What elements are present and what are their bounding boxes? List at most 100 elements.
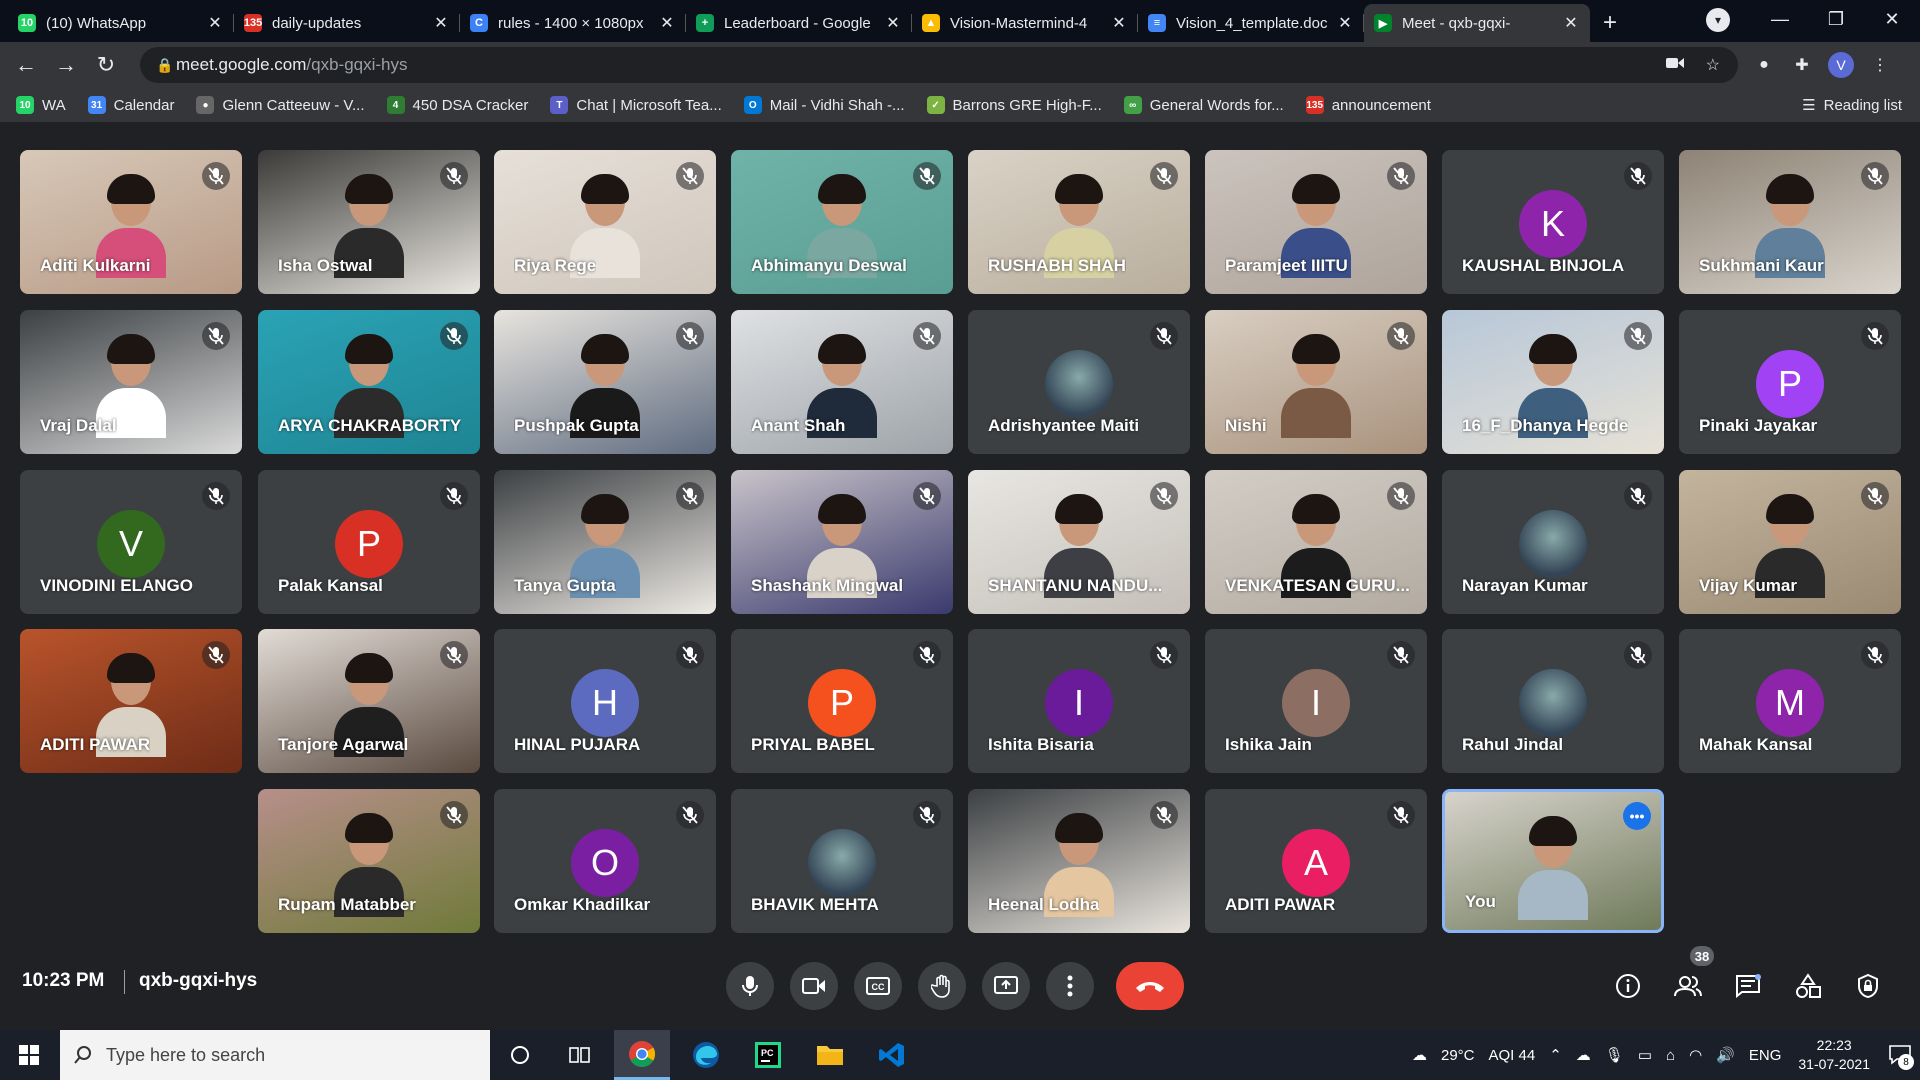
bookmark-item[interactable]: ✓ Barrons GRE High-F... xyxy=(926,96,1102,114)
participant-tile[interactable]: Tanjore Agarwal xyxy=(258,629,480,773)
camera-in-use-icon[interactable] xyxy=(1665,56,1684,75)
raise-hand-button[interactable] xyxy=(918,962,966,1010)
close-window-icon[interactable]: ✕ xyxy=(1864,0,1920,38)
more-options-button[interactable] xyxy=(1046,962,1094,1010)
network-icon[interactable]: ⌂ xyxy=(1666,1047,1675,1064)
captions-button[interactable]: CC xyxy=(854,962,902,1010)
forward-icon[interactable]: → xyxy=(46,45,86,85)
participant-tile[interactable]: Aditi Kulkarni xyxy=(20,150,242,294)
language-indicator[interactable]: ENG xyxy=(1749,1047,1782,1064)
more-options-icon[interactable]: ••• xyxy=(1623,802,1651,830)
close-tab-icon[interactable]: ✕ xyxy=(658,13,676,33)
profile-avatar[interactable]: V xyxy=(1828,52,1854,78)
bookmark-item[interactable]: 10 WA xyxy=(16,96,66,114)
participant-tile[interactable]: Adrishyantee Maiti xyxy=(968,310,1190,454)
weather-icon[interactable]: ☁ xyxy=(1412,1046,1427,1064)
extension-icon[interactable]: ● xyxy=(1752,53,1776,77)
participant-tile[interactable]: M Mahak Kansal xyxy=(1679,629,1901,773)
cortana-button[interactable] xyxy=(492,1030,548,1080)
browser-tab[interactable]: ≡ Vision_4_template.doc ✕ xyxy=(1138,4,1364,42)
participant-tile[interactable]: RUSHABH SHAH xyxy=(968,150,1190,294)
close-tab-icon[interactable]: ✕ xyxy=(206,13,224,33)
participant-tile[interactable]: Vraj Dalal xyxy=(20,310,242,454)
participant-tile[interactable]: Tanya Gupta xyxy=(494,470,716,614)
bookmark-item[interactable]: 31 Calendar xyxy=(87,96,174,114)
participant-tile[interactable]: ARYA CHAKRABORTY xyxy=(258,310,480,454)
volume-icon[interactable]: 🔊 xyxy=(1716,1046,1735,1064)
browser-tab[interactable]: Crules - 1400 × 1080px ✕ xyxy=(460,4,686,42)
taskbar-chrome[interactable] xyxy=(614,1030,670,1080)
onedrive-icon[interactable]: ☁ xyxy=(1576,1046,1591,1064)
self-video-tile[interactable]: ••• You xyxy=(1442,789,1664,933)
host-controls-button[interactable] xyxy=(1848,966,1888,1006)
participant-tile[interactable]: Paramjeet IIITU xyxy=(1205,150,1427,294)
participant-tile[interactable]: Shashank Mingwal xyxy=(731,470,953,614)
participant-tile[interactable]: SHANTANU NANDU... xyxy=(968,470,1190,614)
browser-tab[interactable]: ▶ Meet - qxb-gqxi- ✕ xyxy=(1364,4,1590,42)
bookmark-item[interactable]: ● Glenn Catteeuw - V... xyxy=(196,96,365,114)
bookmark-star-icon[interactable]: ☆ xyxy=(1706,55,1720,75)
wifi-icon[interactable]: ◠ xyxy=(1689,1046,1702,1064)
taskbar-pycharm[interactable]: PC xyxy=(740,1030,796,1080)
participant-tile[interactable]: Rupam Matabber xyxy=(258,789,480,933)
meeting-info-button[interactable] xyxy=(1608,966,1648,1006)
taskbar-search-box[interactable]: Type here to search xyxy=(60,1030,490,1080)
start-button[interactable] xyxy=(0,1030,58,1080)
taskbar-clock[interactable]: 22:23 31-07-2021 xyxy=(1798,1036,1870,1074)
participant-tile[interactable]: Vijay Kumar xyxy=(1679,470,1901,614)
microphone-tray-icon[interactable]: 🎙 xyxy=(1605,1046,1624,1064)
participant-tile[interactable]: H HINAL PUJARA xyxy=(494,629,716,773)
participant-tile[interactable]: P PRIYAL BABEL xyxy=(731,629,953,773)
participant-tile[interactable]: Riya Rege xyxy=(494,150,716,294)
taskbar-file-explorer[interactable] xyxy=(802,1030,858,1080)
participant-tile[interactable]: ADITI PAWAR xyxy=(20,629,242,773)
taskbar-vscode[interactable] xyxy=(864,1030,920,1080)
bookmark-item[interactable]: O Mail - Vidhi Shah -... xyxy=(743,96,905,114)
close-tab-icon[interactable]: ✕ xyxy=(1562,13,1580,33)
leave-call-button[interactable] xyxy=(1116,962,1184,1010)
new-tab-button[interactable]: + xyxy=(1590,4,1630,42)
participant-tile[interactable]: Nishi xyxy=(1205,310,1427,454)
close-tab-icon[interactable]: ✕ xyxy=(1110,13,1128,33)
participant-tile[interactable]: Narayan Kumar xyxy=(1442,470,1664,614)
battery-icon[interactable]: ▭ xyxy=(1638,1046,1652,1064)
browser-tab[interactable]: ▲ Vision-Mastermind-4 ✕ xyxy=(912,4,1138,42)
participant-tile[interactable]: Sukhmani Kaur xyxy=(1679,150,1901,294)
participant-tile[interactable]: O Omkar Khadilkar xyxy=(494,789,716,933)
tab-search-icon[interactable]: ▾ xyxy=(1706,8,1730,32)
notifications-button[interactable]: 8 xyxy=(1880,1030,1920,1080)
participant-tile[interactable]: I Ishika Jain xyxy=(1205,629,1427,773)
microphone-button[interactable] xyxy=(726,962,774,1010)
close-tab-icon[interactable]: ✕ xyxy=(432,13,450,33)
minimize-icon[interactable]: — xyxy=(1752,0,1808,38)
camera-button[interactable] xyxy=(790,962,838,1010)
bookmark-item[interactable]: ∞ General Words for... xyxy=(1123,96,1284,114)
bookmark-item[interactable]: 135 announcement xyxy=(1305,96,1431,114)
reload-icon[interactable]: ↻ xyxy=(86,45,126,85)
back-icon[interactable]: ← xyxy=(6,45,46,85)
participant-tile[interactable]: BHAVIK MEHTA xyxy=(731,789,953,933)
browser-tab[interactable]: 10 (10) WhatsApp ✕ xyxy=(8,4,234,42)
browser-tab[interactable]: 135 daily-updates ✕ xyxy=(234,4,460,42)
participant-tile[interactable]: I Ishita Bisaria xyxy=(968,629,1190,773)
people-button[interactable] xyxy=(1668,966,1708,1006)
taskbar-edge[interactable] xyxy=(678,1030,734,1080)
address-bar[interactable]: 🔒 meet.google.com/qxb-gqxi-hys ☆ xyxy=(140,47,1738,83)
participant-tile[interactable]: P Palak Kansal xyxy=(258,470,480,614)
close-tab-icon[interactable]: ✕ xyxy=(884,13,902,33)
participant-tile[interactable]: Heenal Lodha xyxy=(968,789,1190,933)
participant-tile[interactable]: VENKATESAN GURU... xyxy=(1205,470,1427,614)
chrome-menu-icon[interactable]: ⋮ xyxy=(1868,53,1892,77)
close-tab-icon[interactable]: ✕ xyxy=(1336,13,1354,33)
participant-tile[interactable]: Anant Shah xyxy=(731,310,953,454)
maximize-icon[interactable]: ❐ xyxy=(1808,0,1864,38)
bookmark-item[interactable]: T Chat | Microsoft Tea... xyxy=(550,96,722,114)
task-view-button[interactable] xyxy=(552,1030,608,1080)
chat-button[interactable] xyxy=(1728,966,1768,1006)
participant-tile[interactable]: V VINODINI ELANGO xyxy=(20,470,242,614)
participant-tile[interactable]: 16_F_Dhanya Hegde xyxy=(1442,310,1664,454)
reading-list-button[interactable]: ☰ Reading list xyxy=(1802,88,1902,122)
present-button[interactable] xyxy=(982,962,1030,1010)
participant-tile[interactable]: Isha Ostwal xyxy=(258,150,480,294)
participant-tile[interactable]: K KAUSHAL BINJOLA xyxy=(1442,150,1664,294)
